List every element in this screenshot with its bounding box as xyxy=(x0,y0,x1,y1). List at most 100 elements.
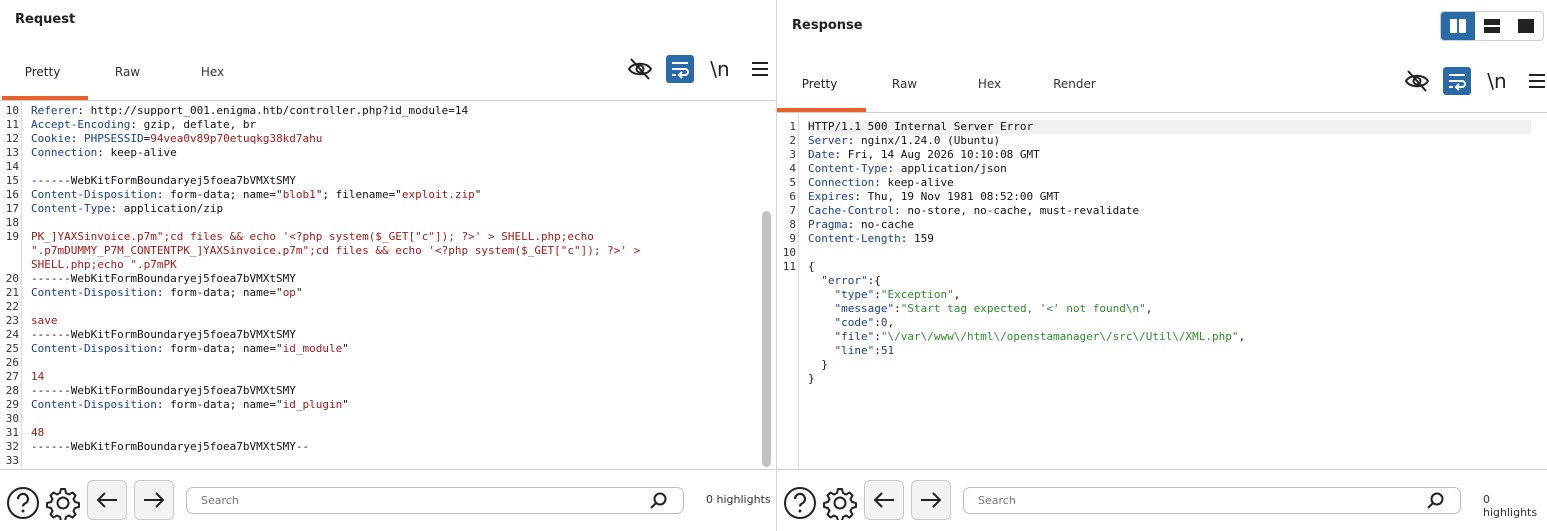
code-token: Connection xyxy=(31,146,98,159)
code-token: : nginx/1.24.0 (Ubuntu) xyxy=(847,134,1001,147)
response-editor[interactable]: 1 2 3 4 5 6 7 8 9 10 11 HTTP/1.1 500 Internal Serv… xyxy=(777,112,1547,471)
search-icon[interactable] xyxy=(1426,492,1446,519)
response-title: Response xyxy=(792,18,863,33)
code-line: SHELL.php;echo ".p7mPK xyxy=(31,258,759,272)
line-number: 28 xyxy=(5,384,19,397)
forward-button[interactable] xyxy=(134,480,174,520)
code-token: id_module xyxy=(282,342,343,355)
newline-toggle[interactable]: \n xyxy=(1483,67,1511,95)
forward-button[interactable] xyxy=(911,480,951,520)
code-token: ------WebKitFormBoundaryej5foea7bVMXtSMY xyxy=(31,174,296,187)
search-input[interactable] xyxy=(201,494,635,507)
newline-toggle[interactable]: \n xyxy=(706,55,734,83)
highlights-count: 0 highlights xyxy=(706,493,771,506)
code-token: ------WebKitFormBoundaryej5foea7bVMXtSMY… xyxy=(31,440,310,453)
hide-nonprintable-icon[interactable] xyxy=(1403,67,1431,95)
code-line: } xyxy=(808,358,1531,372)
back-button[interactable] xyxy=(87,480,127,520)
tab-pretty[interactable]: Pretty xyxy=(0,62,85,92)
response-code: HTTP/1.1 500 Internal Server Error Server… xyxy=(808,120,1531,386)
code-token: ------WebKitFormBoundaryej5foea7bVMXtSMY xyxy=(31,272,296,285)
response-panel: Response Pretty Raw Hex Render \n 123456… xyxy=(776,0,1547,531)
tab-raw[interactable]: Raw xyxy=(862,74,947,104)
line-number: 23 xyxy=(5,314,19,327)
code-line: ------WebKitFormBoundaryej5foea7bVMXtSMY xyxy=(31,272,759,286)
code-token: blob1 xyxy=(282,188,316,201)
tab-pretty[interactable]: Pretty xyxy=(777,74,862,104)
top-bottom-layout-icon[interactable] xyxy=(1475,12,1509,40)
search-icon[interactable] xyxy=(649,492,669,519)
hide-nonprintable-icon[interactable] xyxy=(626,55,654,83)
wrap-lines-icon[interactable] xyxy=(666,55,694,83)
line-number: 25 xyxy=(5,342,19,355)
code-token: : xyxy=(70,132,84,145)
code-line: Content-Disposition: form-data; name="id… xyxy=(31,342,759,356)
request-bottom-bar: 0 highlights xyxy=(0,469,775,531)
line-number: 31 xyxy=(5,426,19,439)
line-number: 24 xyxy=(5,328,19,341)
line-number: 1 xyxy=(789,120,796,133)
code-token: : xyxy=(874,288,881,301)
search-box[interactable] xyxy=(186,487,684,514)
code-token: : gzip, deflate, br xyxy=(130,118,257,131)
single-tab-layout-icon[interactable] xyxy=(1509,12,1543,40)
code-token: id_plugin xyxy=(282,398,343,411)
settings-gear-icon[interactable] xyxy=(823,486,857,524)
code-token: : keep-alive xyxy=(874,176,954,189)
code-token: :{ xyxy=(867,274,881,287)
code-token: : xyxy=(874,344,881,357)
line-number: 22 xyxy=(5,300,19,313)
tab-render[interactable]: Render xyxy=(1032,74,1117,104)
code-line: Accept-Encoding: gzip, deflate, br xyxy=(31,118,759,132)
menu-icon[interactable] xyxy=(1523,67,1547,95)
code-token: Content-Disposition xyxy=(31,188,157,201)
line-number: 4 xyxy=(789,162,796,175)
tab-hex[interactable]: Hex xyxy=(170,62,255,92)
code-token: PHPSESSID xyxy=(84,132,144,145)
code-token: : form-data; name=" xyxy=(156,188,283,201)
tab-raw[interactable]: Raw xyxy=(85,62,170,92)
search-input[interactable] xyxy=(978,494,1412,507)
code-token: 0 xyxy=(880,316,888,329)
code-token: Connection xyxy=(808,176,875,189)
wrap-lines-icon[interactable] xyxy=(1443,67,1471,95)
line-number: 29 xyxy=(5,398,19,411)
request-editor[interactable]: 10 11 12 13 14 15 16 17 18 19 20 21 22 23 24 25 26 27 28 29… xyxy=(0,100,775,471)
vertical-scrollbar[interactable] xyxy=(762,211,771,467)
code-line: Content-Type: application/zip xyxy=(31,202,759,216)
line-number: 3 xyxy=(789,148,796,161)
code-token: "; filename=" xyxy=(315,188,402,201)
help-icon[interactable] xyxy=(6,486,40,524)
back-button[interactable] xyxy=(864,480,904,520)
settings-gear-icon[interactable] xyxy=(46,486,80,524)
code-line: Content-Disposition: form-data; name="id… xyxy=(31,398,759,412)
code-token: Content-Disposition xyxy=(31,398,157,411)
code-token: , xyxy=(953,288,961,301)
side-by-side-layout-icon[interactable] xyxy=(1441,12,1475,40)
help-icon[interactable] xyxy=(783,486,817,524)
code-token: 51 xyxy=(880,344,895,357)
menu-icon[interactable] xyxy=(746,55,774,83)
code-token: Referer xyxy=(31,104,78,117)
code-token: "Exception" xyxy=(880,288,954,301)
code-token: save xyxy=(31,314,58,327)
code-line: ".p7mDUMMY_P7M_CONTENTPK_]YAXSinvoice.p7… xyxy=(31,244,759,258)
code-line: Date: Fri, 14 Aug 2026 10:10:08 GMT xyxy=(808,148,1531,162)
code-line: ------WebKitFormBoundaryej5foea7bVMXtSMY xyxy=(31,384,759,398)
tab-hex[interactable]: Hex xyxy=(947,74,1032,104)
code-line: Referer: http://support_001.enigma.htb/c… xyxy=(31,104,759,118)
code-token: : Thu, 19 Nov 1981 08:52:00 GMT xyxy=(854,190,1060,203)
code-token: : http://support_001.enigma.htb/controll… xyxy=(77,104,469,117)
code-line: Content-Disposition: form-data; name="bl… xyxy=(31,188,759,202)
search-box[interactable] xyxy=(963,487,1461,514)
code-token: } xyxy=(808,358,828,371)
line-number: 6 xyxy=(789,190,796,203)
code-token: ------WebKitFormBoundaryej5foea7bVMXtSMY xyxy=(31,384,296,397)
line-number: 17 xyxy=(5,202,19,215)
code-line: "line":51 xyxy=(808,344,1531,358)
